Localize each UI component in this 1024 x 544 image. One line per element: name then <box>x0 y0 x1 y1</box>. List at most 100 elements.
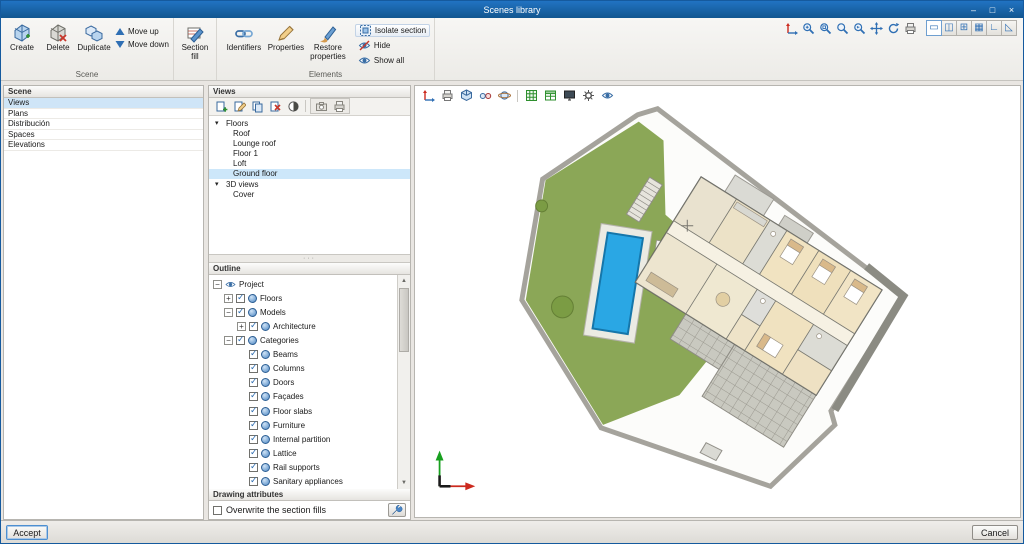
drawing-viewport[interactable] <box>414 85 1021 518</box>
show-all-button[interactable]: Show all <box>355 54 430 67</box>
print-view-icon[interactable] <box>331 99 347 114</box>
outline-root-project[interactable]: − Project <box>209 277 397 291</box>
delete-view-icon[interactable] <box>267 99 283 114</box>
zoom-extents-icon[interactable] <box>834 21 850 36</box>
duplicate-button[interactable]: Duplicate <box>77 20 111 54</box>
zoom-in-icon[interactable] <box>800 21 816 36</box>
add-view-icon[interactable] <box>213 99 229 114</box>
gear-icon[interactable] <box>580 88 596 103</box>
outline-node-floors[interactable]: + ✓ Floors <box>209 291 397 305</box>
scene-item-spaces[interactable]: Spaces <box>4 130 203 140</box>
grid-toggle-button[interactable]: ▦ <box>971 20 987 36</box>
zoom-window-icon[interactable] <box>817 21 833 36</box>
isolate-section-button[interactable]: Isolate section <box>354 24 431 37</box>
checkbox-checked[interactable]: ✓ <box>236 306 245 317</box>
checkbox-checked[interactable]: ✓ <box>249 419 258 430</box>
view-item-ground-floor[interactable]: Ground floor <box>209 168 410 180</box>
titlebar[interactable]: Scenes library – □ × <box>1 1 1023 18</box>
views-group-floors[interactable]: ▾ Floors <box>209 118 410 128</box>
checkbox-checked[interactable]: ✓ <box>249 349 258 360</box>
layout-four-windows-button[interactable]: ⊞ <box>956 20 972 36</box>
zoom-previous-icon[interactable] <box>851 21 867 36</box>
scene-item-elevations[interactable]: Elevations <box>4 140 203 151</box>
section-fill-button[interactable]: Section fill <box>178 20 212 63</box>
edit-view-icon[interactable] <box>231 99 247 114</box>
floor-plan-canvas[interactable] <box>415 86 1020 517</box>
checkbox-checked[interactable]: ✓ <box>249 433 258 444</box>
checkbox-checked[interactable]: ✓ <box>249 405 258 416</box>
view-item-floor-1[interactable]: Floor 1 <box>209 148 410 158</box>
print-icon[interactable] <box>902 21 918 36</box>
cancel-button[interactable]: Cancel <box>972 525 1018 540</box>
layout-single-window-button[interactable]: ▭ <box>926 20 942 36</box>
table-icon[interactable] <box>542 88 558 103</box>
outline-node-floor-slabs[interactable]: + ✓ Floor slabs <box>209 404 397 418</box>
reference-axes-icon[interactable] <box>783 21 799 36</box>
outline-node-furniture[interactable]: + ✓ Furniture <box>209 418 397 432</box>
outline-node-beams[interactable]: + ✓ Beams <box>209 348 397 362</box>
move-down-button[interactable]: Move down <box>115 40 169 49</box>
visibility-icon[interactable] <box>599 88 615 103</box>
outline-node-sanitary-appliances[interactable]: + ✓ Sanitary appliances <box>209 475 397 489</box>
checkbox-checked[interactable]: ✓ <box>249 461 258 472</box>
scroll-down-icon[interactable]: ▼ <box>398 477 410 489</box>
pan-icon[interactable] <box>868 21 884 36</box>
checkbox-checked[interactable]: ✓ <box>249 447 258 458</box>
expand-icon[interactable]: + <box>237 322 246 332</box>
anaglyph-glasses-icon[interactable] <box>477 88 493 103</box>
minimize-button[interactable]: – <box>964 1 983 18</box>
grid-icon[interactable] <box>523 88 539 103</box>
checkbox-checked[interactable]: ✓ <box>249 363 258 374</box>
collapse-icon[interactable]: − <box>224 307 233 317</box>
hide-button[interactable]: Hide <box>355 39 430 52</box>
checkbox-checked[interactable]: ✓ <box>249 476 258 487</box>
outline-node-models[interactable]: − ✓ Models <box>209 305 397 319</box>
outline-node-architecture[interactable]: + ✓ Architecture <box>209 319 397 333</box>
outline-node-columns[interactable]: + ✓ Columns <box>209 362 397 376</box>
outline-node-lattice[interactable]: + ✓ Lattice <box>209 446 397 460</box>
checkbox-checked[interactable]: ✓ <box>236 292 245 303</box>
expand-icon[interactable]: + <box>224 293 233 303</box>
accept-button[interactable]: Accept <box>6 525 48 540</box>
view-item-lounge-roof[interactable]: Lounge roof <box>209 138 410 148</box>
checkbox-checked[interactable]: ✓ <box>249 391 258 402</box>
overwrite-section-fills-checkbox[interactable] <box>213 505 222 515</box>
outline-node-categories[interactable]: − ✓ Categories <box>209 334 397 348</box>
view-item-loft[interactable]: Loft <box>209 159 410 169</box>
checkbox-checked[interactable]: ✓ <box>236 335 245 346</box>
outline-node-rail-supports[interactable]: + ✓ Rail supports <box>209 460 397 474</box>
properties-button[interactable]: Properties <box>268 20 304 54</box>
scrollbar-thumb[interactable] <box>399 288 409 353</box>
views-group-3d-views[interactable]: ▾ 3D views <box>209 179 410 189</box>
scene-item-views[interactable]: Views <box>4 98 203 109</box>
layout-two-windows-button[interactable]: ◫ <box>941 20 957 36</box>
camera-icon[interactable] <box>313 99 329 114</box>
orbit-icon[interactable] <box>496 88 512 103</box>
outline-node-doors[interactable]: + ✓ Doors <box>209 376 397 390</box>
redraw-icon[interactable] <box>885 21 901 36</box>
outline-scrollbar[interactable]: ▲ ▼ <box>397 275 410 490</box>
view-item-cover[interactable]: Cover <box>209 189 410 199</box>
scroll-up-icon[interactable]: ▲ <box>398 275 410 287</box>
copy-view-icon[interactable] <box>249 99 265 114</box>
panel-splitter[interactable]: ··· <box>209 254 410 264</box>
perspective-toggle-button[interactable]: ◺ <box>1001 20 1017 36</box>
maximize-button[interactable]: □ <box>983 1 1002 18</box>
outline-node-internal-partition[interactable]: + ✓ Internal partition <box>209 432 397 446</box>
identifiers-button[interactable]: Identifiers <box>221 20 267 54</box>
monitor-icon[interactable] <box>561 88 577 103</box>
cube-3d-icon[interactable] <box>458 88 474 103</box>
outline-node-facades[interactable]: + ✓ Façades <box>209 390 397 404</box>
shadows-icon[interactable] <box>285 99 301 114</box>
section-fill-settings-button[interactable] <box>388 503 406 518</box>
export-print-icon[interactable] <box>439 88 455 103</box>
create-button[interactable]: Create <box>5 20 39 54</box>
delete-button[interactable]: Delete <box>41 20 75 54</box>
scene-item-distribucion[interactable]: Distribución <box>4 119 203 130</box>
scene-item-plans[interactable]: Plans <box>4 109 203 119</box>
checkbox-checked[interactable]: ✓ <box>249 377 258 388</box>
collapse-icon[interactable]: − <box>224 336 233 346</box>
checkbox-checked[interactable]: ✓ <box>249 321 258 332</box>
axes-toggle-button[interactable]: ∟ <box>986 20 1002 36</box>
view-item-roof[interactable]: Roof <box>209 128 410 138</box>
